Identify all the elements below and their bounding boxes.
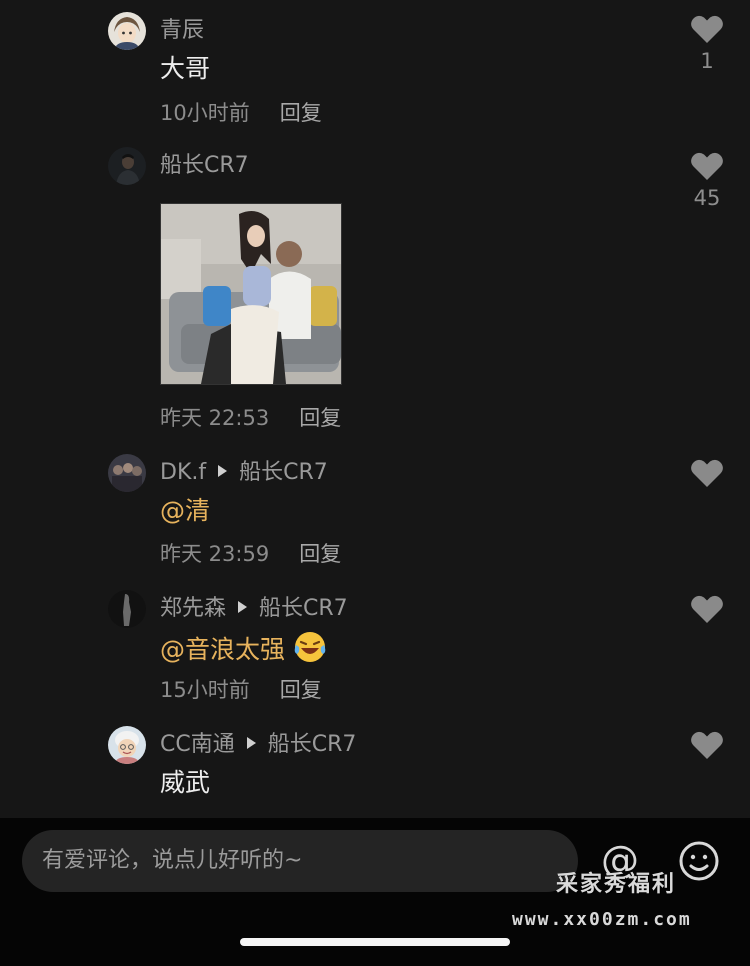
like-button[interactable]: 45 bbox=[686, 151, 728, 211]
group-photo-avatar-icon bbox=[108, 454, 146, 492]
reply-to-username[interactable]: 船长CR7 bbox=[259, 596, 348, 621]
laughing-tears-emoji-icon bbox=[293, 630, 327, 673]
comment-input-placeholder: 有爱评论，说点儿好听的~ bbox=[42, 848, 303, 873]
like-button[interactable] bbox=[686, 730, 728, 760]
username-label[interactable]: DK.f bbox=[160, 460, 206, 485]
comment-time: 15小时前 bbox=[160, 678, 250, 702]
comment-list[interactable]: 青辰 大哥 10小时前 回复 1 船长CR7 昨天 22:53 回复 45 DK… bbox=[0, 0, 750, 818]
mention-link[interactable]: @音浪太强 bbox=[160, 635, 285, 664]
user-avatar[interactable] bbox=[108, 590, 146, 628]
comment-photo[interactable] bbox=[160, 203, 342, 385]
reply-to-arrow-icon bbox=[238, 601, 248, 613]
like-count: 45 bbox=[693, 186, 721, 210]
comment-meta: 10小时前 回复 bbox=[160, 98, 322, 128]
mention-link[interactable]: @清 bbox=[160, 496, 210, 525]
comment-username[interactable]: 青辰 bbox=[160, 16, 204, 46]
reply-button[interactable]: 回复 bbox=[280, 678, 322, 702]
comment-username[interactable]: 郑先森 船长CR7 bbox=[160, 594, 348, 624]
comment-input-bar: 有爱评论，说点儿好听的~ @ 采家秀福利 www.xx00zm.com bbox=[0, 818, 750, 966]
reply-button[interactable]: 回复 bbox=[299, 542, 341, 566]
heart-icon bbox=[691, 459, 723, 487]
heart-icon bbox=[691, 731, 723, 759]
couple-on-sofa-photo bbox=[161, 204, 341, 384]
comment-text: @音浪太强 bbox=[160, 630, 327, 673]
reply-button[interactable]: 回复 bbox=[299, 406, 341, 430]
smiley-face-icon bbox=[679, 841, 719, 881]
user-avatar[interactable] bbox=[108, 726, 146, 764]
like-button[interactable] bbox=[686, 594, 728, 624]
heart-icon bbox=[691, 595, 723, 623]
username-label[interactable]: CC南通 bbox=[160, 732, 235, 757]
reply-to-username[interactable]: 船长CR7 bbox=[268, 732, 357, 757]
comment-username[interactable]: DK.f 船长CR7 bbox=[160, 458, 328, 488]
dark-portrait-avatar-icon bbox=[108, 147, 146, 185]
emoji-button[interactable] bbox=[678, 840, 720, 882]
comment-text: 大哥 bbox=[160, 54, 211, 83]
reply-to-arrow-icon bbox=[246, 737, 256, 749]
comment-text: 威武 bbox=[160, 768, 211, 797]
silhouette-avatar-icon bbox=[108, 590, 146, 628]
username-label[interactable]: 船长CR7 bbox=[160, 153, 249, 178]
comment-username[interactable]: 船长CR7 bbox=[160, 151, 249, 181]
comment-meta: 昨天 23:59 回复 bbox=[160, 539, 341, 569]
watermark-text: 采家秀福利 bbox=[556, 872, 677, 897]
anime-character-avatar-icon bbox=[108, 12, 146, 50]
username-label[interactable]: 青辰 bbox=[160, 18, 204, 43]
watermark-url: www.xx00zm.com bbox=[512, 909, 692, 930]
username-label[interactable]: 郑先森 bbox=[160, 596, 226, 621]
heart-icon bbox=[691, 15, 723, 44]
reply-button[interactable]: 回复 bbox=[280, 101, 322, 125]
reply-to-arrow-icon bbox=[218, 465, 228, 477]
user-avatar[interactable] bbox=[108, 454, 146, 492]
comment-username[interactable]: CC南通 船长CR7 bbox=[160, 730, 356, 760]
cartoon-grandma-avatar-icon bbox=[108, 726, 146, 764]
comment-time: 10小时前 bbox=[160, 101, 250, 125]
comment-time: 昨天 22:53 bbox=[160, 406, 270, 430]
home-indicator[interactable] bbox=[240, 938, 510, 946]
like-button[interactable]: 1 bbox=[686, 14, 728, 74]
comment-time: 昨天 23:59 bbox=[160, 542, 270, 566]
comment-meta: 15小时前 回复 bbox=[160, 675, 322, 705]
reply-to-username[interactable]: 船长CR7 bbox=[239, 460, 328, 485]
comment-text: @清 bbox=[160, 494, 210, 528]
like-count: 1 bbox=[700, 49, 714, 73]
comment-input[interactable]: 有爱评论，说点儿好听的~ bbox=[22, 830, 578, 892]
heart-icon bbox=[691, 152, 723, 180]
like-button[interactable] bbox=[686, 458, 728, 488]
comment-meta: 昨天 22:53 回复 bbox=[160, 403, 341, 433]
user-avatar[interactable] bbox=[108, 147, 146, 185]
user-avatar[interactable] bbox=[108, 12, 146, 50]
